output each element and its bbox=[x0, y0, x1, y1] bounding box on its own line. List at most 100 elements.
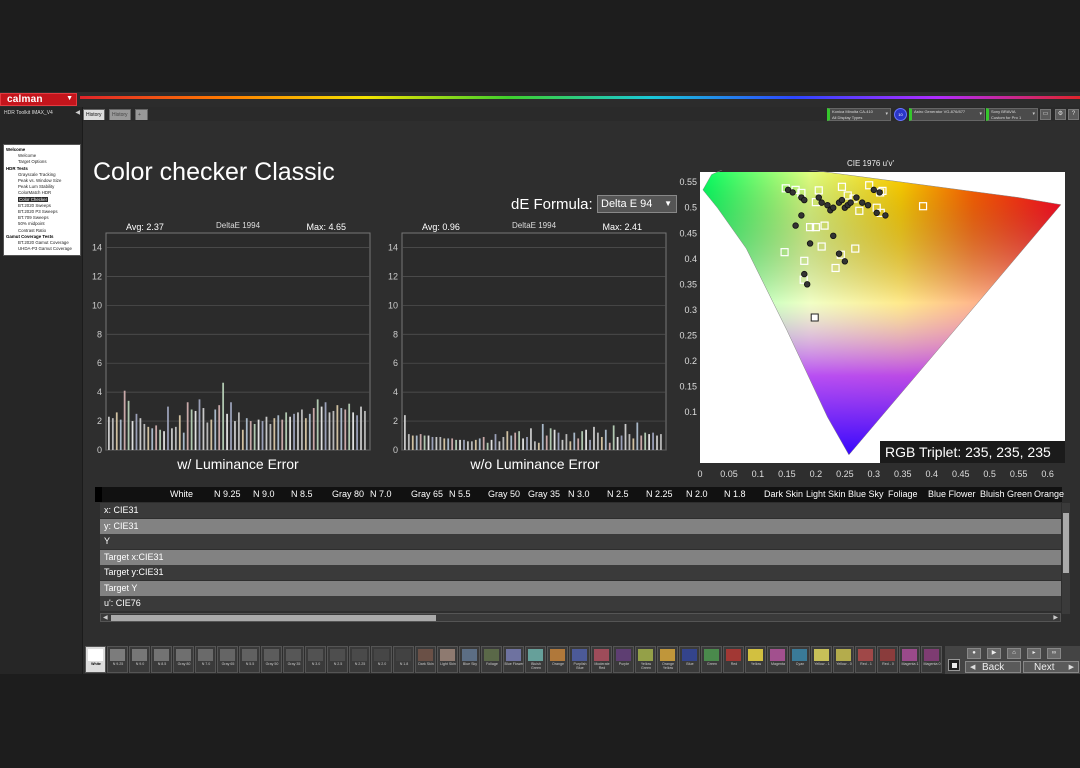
de-formula-select[interactable]: Delta E 94 ▼ bbox=[597, 195, 677, 213]
tree-item[interactable]: 50% midpoint bbox=[18, 221, 45, 226]
swatch-button[interactable]: Yellow Green bbox=[635, 646, 656, 673]
stop-button[interactable] bbox=[948, 659, 960, 671]
swatch-button[interactable]: Dark Skin bbox=[415, 646, 436, 673]
tree-item[interactable]: BT.2020 Sweeps bbox=[18, 203, 51, 208]
swatch-button[interactable]: Green bbox=[701, 646, 722, 673]
column-header-item[interactable]: Gray 65 bbox=[411, 489, 443, 499]
settings-icon[interactable]: ⚙ bbox=[1055, 109, 1066, 120]
column-header-item[interactable]: Gray 50 bbox=[488, 489, 520, 499]
swatch-button[interactable]: Blue Sky bbox=[459, 646, 480, 673]
swatch-button[interactable]: Cyan bbox=[789, 646, 810, 673]
swatch-button[interactable]: N 2.25 bbox=[349, 646, 370, 673]
home-icon[interactable]: ⌂ bbox=[1007, 648, 1021, 659]
back-button[interactable]: ◀ Back bbox=[965, 661, 1021, 673]
swatch-button[interactable]: Yellow - 0 bbox=[833, 646, 854, 673]
read-single-icon[interactable]: ● bbox=[967, 648, 981, 659]
tree-item[interactable]: Peak vs. Window Size bbox=[18, 178, 61, 183]
generator-selector[interactable]: Astro Generator VG-876/877 ▾ bbox=[909, 108, 985, 121]
tree-item[interactable]: Peak Lum Stability bbox=[18, 184, 54, 189]
tree-item[interactable]: Welcome bbox=[6, 147, 25, 152]
column-header-item[interactable]: Gray 80 bbox=[332, 489, 364, 499]
swatch-button[interactable]: Purplish Blue bbox=[569, 646, 590, 673]
column-header-item[interactable]: Gray 35 bbox=[528, 489, 560, 499]
next-icon[interactable]: ▸ bbox=[1027, 648, 1041, 659]
column-header-item[interactable]: N 2.5 bbox=[607, 489, 629, 499]
next-button[interactable]: Next ▶ bbox=[1023, 661, 1079, 673]
tree-item[interactable]: Grayscale Tracking bbox=[18, 172, 56, 177]
swatch-button[interactable]: N 8.5 bbox=[151, 646, 172, 673]
swatch-button[interactable]: N 5.5 bbox=[239, 646, 260, 673]
column-header-item[interactable]: Bluish Green bbox=[980, 489, 1032, 499]
tree-item[interactable]: ColorMatch HDR bbox=[18, 190, 51, 195]
horizontal-scroll-thumb[interactable] bbox=[111, 615, 436, 621]
column-header-item[interactable]: Blue Sky bbox=[848, 489, 884, 499]
swatch-button[interactable]: N 7.0 bbox=[195, 646, 216, 673]
add-tab-icon[interactable]: + bbox=[135, 109, 148, 120]
tree-item[interactable]: Welcome bbox=[18, 153, 36, 158]
swatch-button[interactable]: Gray 80 bbox=[173, 646, 194, 673]
column-header-item[interactable]: Dark Skin bbox=[764, 489, 803, 499]
swatch-button[interactable]: N 9.25 bbox=[107, 646, 128, 673]
tab-history-1[interactable]: History 1 bbox=[83, 109, 105, 129]
meter-selector[interactable]: Konica Minolta CA-410 All Display Types … bbox=[827, 108, 891, 121]
tree-item[interactable]: Gamut Coverage Tests bbox=[6, 234, 54, 239]
swatch-button[interactable]: Blue bbox=[679, 646, 700, 673]
swatch-button[interactable]: White bbox=[85, 646, 106, 673]
tab-history-2[interactable]: History 2 bbox=[109, 109, 131, 129]
column-header-item[interactable]: N 3.0 bbox=[568, 489, 590, 499]
play-icon[interactable]: ▶ bbox=[987, 648, 1001, 659]
column-header-item[interactable]: Light Skin bbox=[806, 489, 846, 499]
tree-item[interactable]: UHDA-P3 Gamut Coverage bbox=[18, 246, 72, 251]
help-icon[interactable]: ? bbox=[1068, 109, 1079, 120]
swatch-button[interactable]: Bluish Green bbox=[525, 646, 546, 673]
swatch-button[interactable]: Yellow - 1 bbox=[811, 646, 832, 673]
swatch-button[interactable]: Red bbox=[723, 646, 744, 673]
swatch-button[interactable]: Red - 0 bbox=[877, 646, 898, 673]
column-header-item[interactable]: N 9.25 bbox=[214, 489, 241, 499]
swatch-button[interactable]: Blue Flower bbox=[503, 646, 524, 673]
swatch-button[interactable]: Gray 35 bbox=[283, 646, 304, 673]
tree-item[interactable]: HDR Tests bbox=[6, 166, 28, 171]
column-header-item[interactable]: N 1.8 bbox=[724, 489, 746, 499]
swatch-button[interactable]: N 9.0 bbox=[129, 646, 150, 673]
swatch-button[interactable]: Purple bbox=[613, 646, 634, 673]
swatch-button[interactable]: Light Skin bbox=[437, 646, 458, 673]
loop-icon[interactable]: ∞ bbox=[1047, 648, 1061, 659]
swatch-button[interactable]: Orange bbox=[547, 646, 568, 673]
vertical-scroll-thumb[interactable] bbox=[1063, 513, 1069, 573]
display-selector[interactable]: Sony BRAVIA Custom for Pro 1 ▾ bbox=[986, 108, 1038, 121]
swatch-button[interactable]: Yellow bbox=[745, 646, 766, 673]
swatch-button[interactable]: N 3.0 bbox=[305, 646, 326, 673]
column-header-item[interactable]: N 2.0 bbox=[686, 489, 708, 499]
display-icon[interactable]: ▭ bbox=[1040, 109, 1051, 120]
tree-item[interactable]: BT.2020 Gamut Coverage bbox=[18, 240, 69, 245]
tree-item[interactable]: Target Options bbox=[18, 159, 47, 164]
tree-item[interactable]: BT.2020 P3 Sweeps bbox=[18, 209, 58, 214]
tree-item[interactable]: Color Checker bbox=[18, 196, 49, 202]
swatch-button[interactable]: N 1.8 bbox=[393, 646, 414, 673]
scroll-left-icon[interactable]: ◀ bbox=[103, 614, 108, 621]
swatch-button[interactable]: Gray 50 bbox=[261, 646, 282, 673]
column-header-item[interactable]: Orange bbox=[1034, 489, 1064, 499]
swatch-button[interactable]: Red - 1 bbox=[855, 646, 876, 673]
swatch-button[interactable]: N 2.5 bbox=[327, 646, 348, 673]
horizontal-scrollbar[interactable]: ◀ ▶ bbox=[100, 613, 1061, 622]
collapse-sidebar-icon[interactable]: ◀ bbox=[75, 109, 80, 116]
tree-item[interactable]: Contrast Ratio bbox=[18, 228, 46, 233]
tree-item[interactable]: BT.709 Sweeps bbox=[18, 215, 49, 220]
column-header-item[interactable]: Foliage bbox=[888, 489, 918, 499]
column-header-item[interactable]: N 2.25 bbox=[646, 489, 673, 499]
meter-settings-button[interactable]: 10 bbox=[894, 108, 907, 121]
calman-menu-button[interactable]: calman ▼ bbox=[0, 93, 77, 106]
swatch-button[interactable]: N 2.0 bbox=[371, 646, 392, 673]
scroll-right-icon[interactable]: ▶ bbox=[1053, 614, 1058, 621]
swatch-button[interactable]: Orange Yellow bbox=[657, 646, 678, 673]
swatch-button[interactable]: Magenta 1 bbox=[899, 646, 920, 673]
column-header-item[interactable]: N 9.0 bbox=[253, 489, 275, 499]
swatch-button[interactable]: Magenta 0 bbox=[921, 646, 942, 673]
swatch-button[interactable]: Magenta bbox=[767, 646, 788, 673]
swatch-button[interactable]: Foliage bbox=[481, 646, 502, 673]
column-header-item[interactable]: White bbox=[170, 489, 193, 499]
swatch-button[interactable]: Gray 65 bbox=[217, 646, 238, 673]
swatch-button[interactable]: Moderate Red bbox=[591, 646, 612, 673]
